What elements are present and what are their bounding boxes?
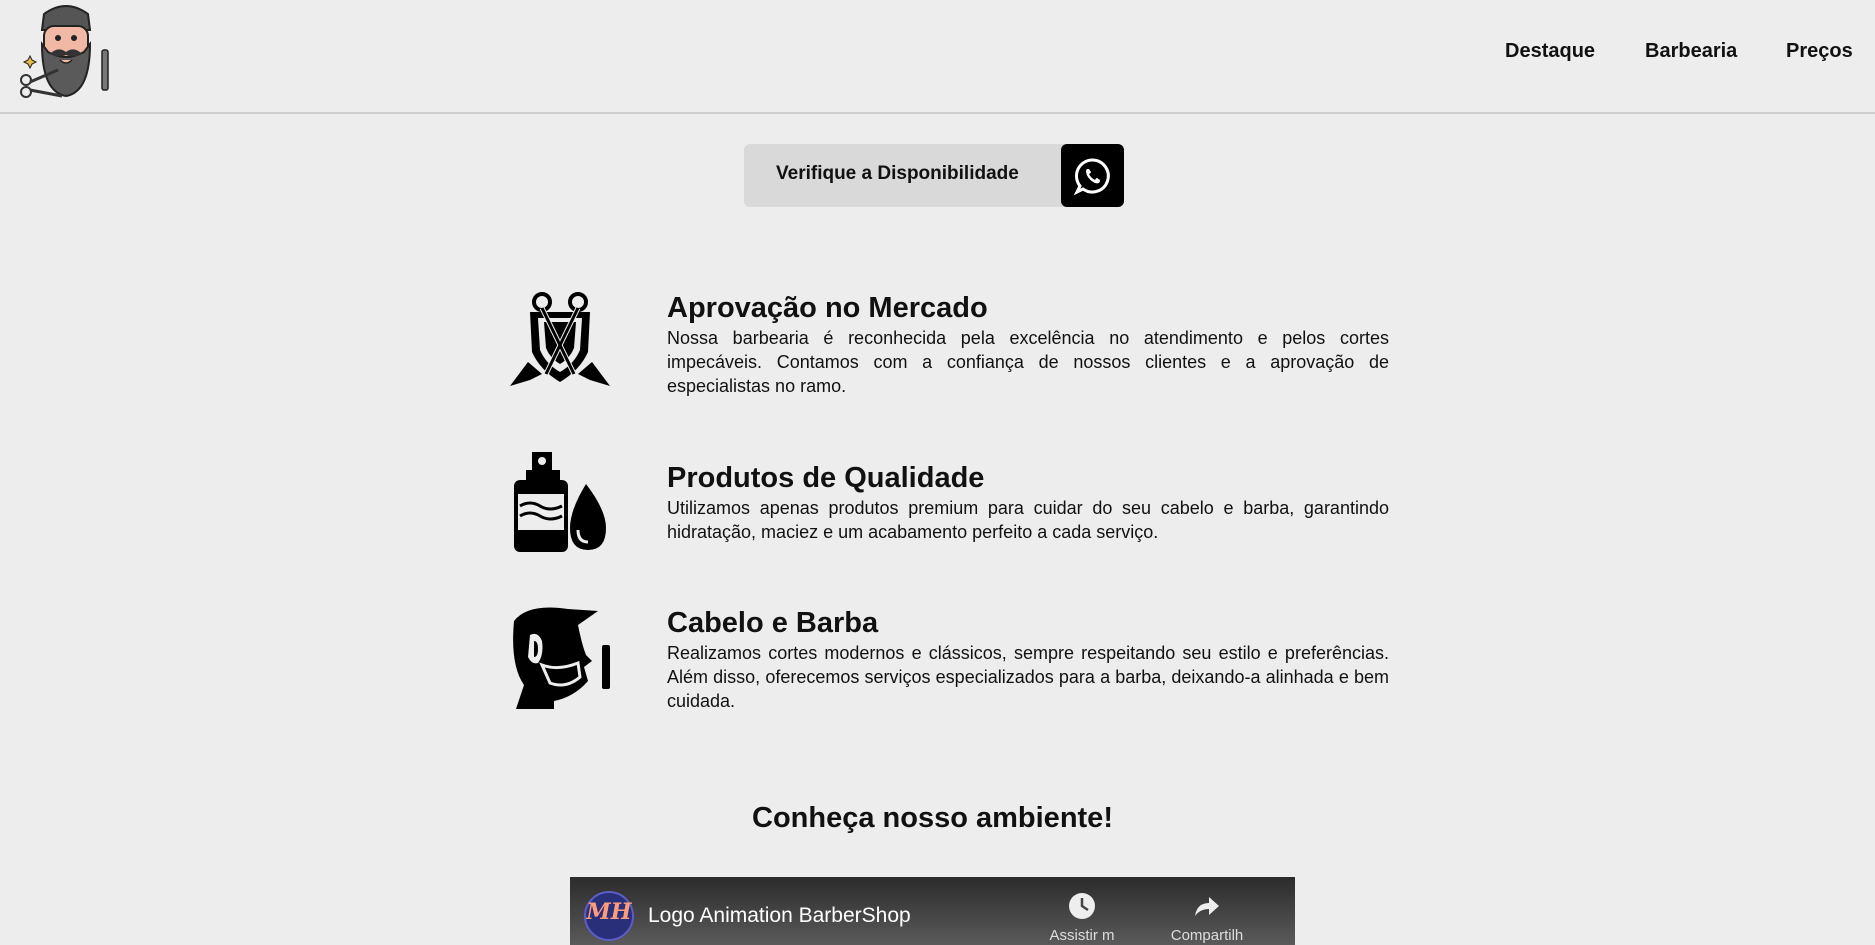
feature-description: Utilizamos apenas produtos premium para … <box>667 498 1389 542</box>
site-header: Destaque Barbearia Preços <box>0 0 1875 114</box>
nav-destaque[interactable]: Destaque <box>1505 40 1615 63</box>
share-label: Compartilh <box>1170 927 1244 944</box>
channel-avatar-text: MH <box>586 899 632 925</box>
share-arrow-icon <box>1195 897 1219 916</box>
feature-title: Cabelo e Barba <box>667 607 879 639</box>
section-title: Conheça nosso ambiente! <box>752 802 1113 834</box>
product-bottle-icon <box>508 450 612 554</box>
feature-description: Realizamos cortes modernos e clássicos, … <box>667 643 1389 711</box>
scissors-shield-icon <box>508 290 612 394</box>
watch-later-label: Assistir m <box>1049 927 1115 944</box>
feature-title: Produtos de Qualidade <box>667 462 985 494</box>
share-button[interactable]: Compartilh <box>1162 891 1252 944</box>
video-embed[interactable]: MH Logo Animation BarberShop Assistir m … <box>570 877 1295 945</box>
availability-label: Verifique a Disponibilidade <box>776 163 1019 184</box>
nav-precos[interactable]: Preços <box>1786 40 1866 63</box>
barber-logo[interactable] <box>18 0 114 104</box>
availability-button[interactable]: Verifique a Disponibilidade <box>744 144 1124 207</box>
feature-title: Aprovação no Mercado <box>667 292 988 324</box>
clock-icon <box>1069 893 1095 919</box>
watch-later-button[interactable]: Assistir m <box>1037 891 1127 944</box>
video-title[interactable]: Logo Animation BarberShop <box>648 904 911 928</box>
channel-avatar[interactable]: MH <box>584 891 634 941</box>
nav-barbearia[interactable]: Barbearia <box>1645 40 1755 63</box>
feature-description: Nossa barbearia é reconhecida pela excel… <box>667 328 1389 396</box>
hair-beard-icon <box>508 605 612 709</box>
whatsapp-icon[interactable] <box>1061 144 1124 207</box>
